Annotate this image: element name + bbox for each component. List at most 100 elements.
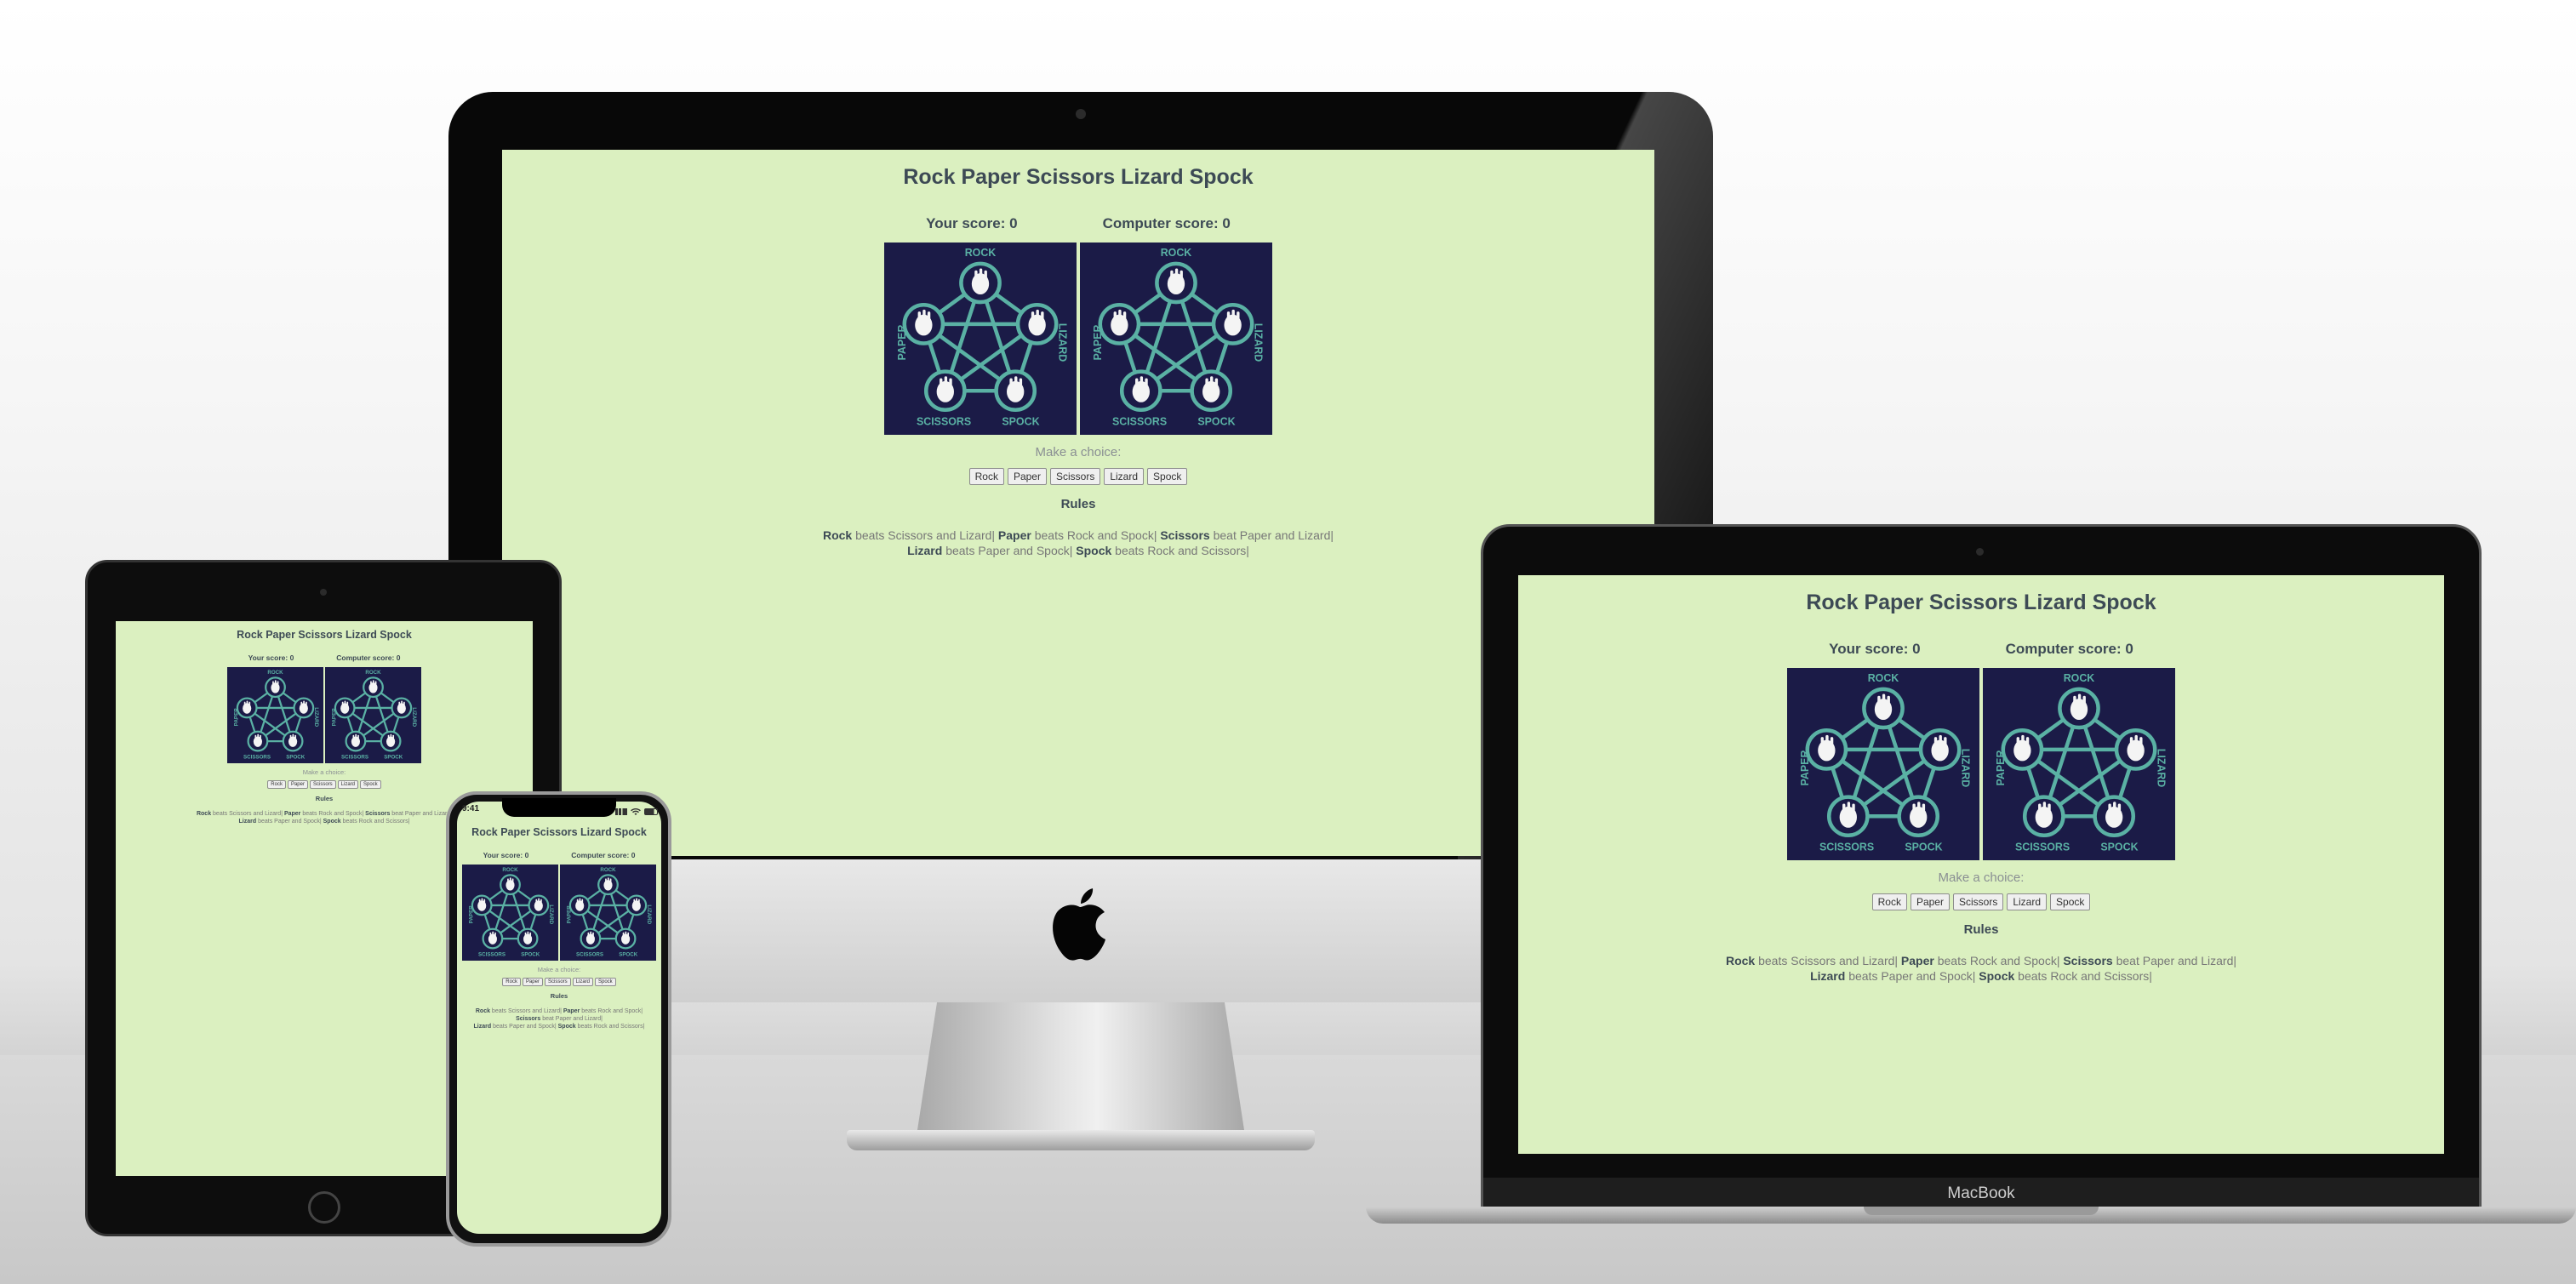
rock-finger xyxy=(1882,693,1886,703)
scissors-finger xyxy=(357,734,359,739)
rock-finger xyxy=(370,681,372,685)
choice-buttons: Rock Paper Scissors Lizard Spock xyxy=(1518,893,2444,910)
computer-score-value: 0 xyxy=(631,851,636,859)
diagram-label: LIZARD xyxy=(1960,749,1972,788)
scissors-button[interactable]: Scissors xyxy=(544,978,571,986)
rule-spock-name: Spock xyxy=(1076,543,1112,557)
lizard-button[interactable]: Lizard xyxy=(1104,468,1145,485)
paper-finger xyxy=(1122,311,1127,320)
spock-finger xyxy=(524,932,527,937)
scissors-button[interactable]: Scissors xyxy=(309,780,336,789)
rock-button[interactable]: Rock xyxy=(502,978,521,986)
choice-prompt: Make a choice: xyxy=(1035,445,1122,459)
diagram-label: SPOCK xyxy=(2100,842,2138,853)
your-score-value: 0 xyxy=(1009,215,1018,231)
rock-finger xyxy=(984,270,987,278)
diagram-label: PAPER xyxy=(233,708,239,726)
paper-finger xyxy=(2021,734,2025,745)
scoreboard: Your score: 0 Computer score: 0 xyxy=(116,653,533,662)
spock-finger xyxy=(392,734,395,739)
spock-finger xyxy=(292,733,294,739)
spock-button[interactable]: Spock xyxy=(1147,468,1188,485)
computer-score-label: Computer score: xyxy=(1102,215,1219,231)
lizard-finger xyxy=(1036,309,1039,319)
player-choice-image: ROCK PAPER SCISSORS SPOCK LIZARD xyxy=(227,667,323,763)
iphone-screen: Rock Paper Scissors Lizard Spock Your sc… xyxy=(457,802,661,1234)
rules-text: Rock beats Scissors and Lizard| Paper be… xyxy=(560,528,1597,558)
lizard-finger xyxy=(535,899,538,904)
rule-rock-text: beats Scissors and Lizard| xyxy=(489,1008,563,1014)
spock-button[interactable]: Spock xyxy=(595,978,616,986)
spock-finger xyxy=(1009,378,1013,386)
computer-score: Computer score: 0 xyxy=(1103,215,1231,232)
diagram-label: SPOCK xyxy=(286,754,306,760)
paper-finger xyxy=(581,899,584,904)
diagram-label: ROCK xyxy=(267,670,283,676)
rock-finger xyxy=(274,680,277,685)
rock-button[interactable]: Rock xyxy=(968,468,1004,485)
spock-button[interactable]: Spock xyxy=(2050,893,2091,910)
lizard-button[interactable]: Lizard xyxy=(572,978,593,986)
paper-button[interactable]: Paper xyxy=(1910,893,1950,910)
imac-stand-neck xyxy=(917,1002,1244,1130)
paper-finger xyxy=(1113,311,1117,320)
rock-finger xyxy=(2082,695,2086,704)
rule-paper-text: beats Rock and Spock| xyxy=(1933,954,2064,967)
scissors-finger xyxy=(1842,803,1846,812)
lizard-finger xyxy=(2134,734,2138,745)
your-score-value: 0 xyxy=(1912,641,1921,657)
your-score: Your score: 0 xyxy=(248,653,294,662)
scissors-button[interactable]: Scissors xyxy=(1952,893,2004,910)
spock-finger xyxy=(2113,802,2116,811)
rock-finger xyxy=(1170,270,1174,278)
paper-button[interactable]: Paper xyxy=(287,780,308,789)
diagram-label: SCISSORS xyxy=(1819,842,1874,853)
lizard-button[interactable]: Lizard xyxy=(337,780,358,789)
rules-heading: Rules xyxy=(1963,922,1999,937)
lizard-finger xyxy=(300,701,303,706)
rock-finger xyxy=(609,878,612,882)
lizard-button[interactable]: Lizard xyxy=(2007,893,2048,910)
diagram-label: PAPER xyxy=(331,708,337,726)
lizard-finger xyxy=(1933,737,1938,745)
rock-finger xyxy=(2077,693,2082,703)
spock-finger xyxy=(2108,803,2111,812)
rock-button[interactable]: Rock xyxy=(1871,893,1907,910)
spock-finger xyxy=(1210,376,1214,385)
rule-paper-name: Paper xyxy=(563,1008,580,1014)
rock-button[interactable]: Rock xyxy=(267,780,286,789)
rule-rock-name: Rock xyxy=(196,811,212,817)
ipad-home-button[interactable] xyxy=(308,1191,340,1224)
lizard-finger xyxy=(1944,737,1947,745)
spock-button[interactable]: Spock xyxy=(360,780,381,789)
rule-spock-text: beats Rock and Scissors| xyxy=(2014,968,2152,983)
rpsls-diagram: ROCK PAPER SCISSORS SPOCK LIZARD xyxy=(1799,672,1972,853)
scoreboard: Your score: 0 Computer score: 0 xyxy=(502,215,1654,232)
computer-score-value: 0 xyxy=(1222,215,1231,231)
diagram-label: SCISSORS xyxy=(243,754,271,760)
rules-heading: Rules xyxy=(1060,497,1096,511)
paper-finger xyxy=(2025,737,2030,745)
rule-spock-name: Spock xyxy=(557,1023,576,1030)
rule-scissors-text: beat Paper and Lizard| xyxy=(390,811,453,817)
your-score-label: Your score: xyxy=(926,215,1006,231)
paper-finger xyxy=(341,701,344,706)
rock-finger xyxy=(2073,695,2076,704)
diagram-label: LIZARD xyxy=(548,905,554,924)
paper-finger xyxy=(243,701,246,706)
lizard-finger xyxy=(2129,737,2133,745)
spock-finger xyxy=(289,734,292,739)
paper-button[interactable]: Paper xyxy=(522,978,543,986)
your-score-label: Your score: xyxy=(483,851,523,859)
rule-rock-text: beats Scissors and Lizard| xyxy=(852,528,998,542)
diagram-label: LIZARD xyxy=(2156,749,2168,788)
scissors-finger xyxy=(944,376,948,385)
ipad-camera-icon xyxy=(320,589,327,596)
diagram-label: ROCK xyxy=(965,247,997,259)
paper-button[interactable]: Paper xyxy=(1007,468,1047,485)
scissors-button[interactable]: Scissors xyxy=(1049,468,1101,485)
rule-rock-name: Rock xyxy=(475,1008,490,1014)
computer-score: Computer score: 0 xyxy=(2006,641,2133,658)
rock-finger xyxy=(605,878,607,882)
rule-rock-name: Rock xyxy=(822,528,853,542)
